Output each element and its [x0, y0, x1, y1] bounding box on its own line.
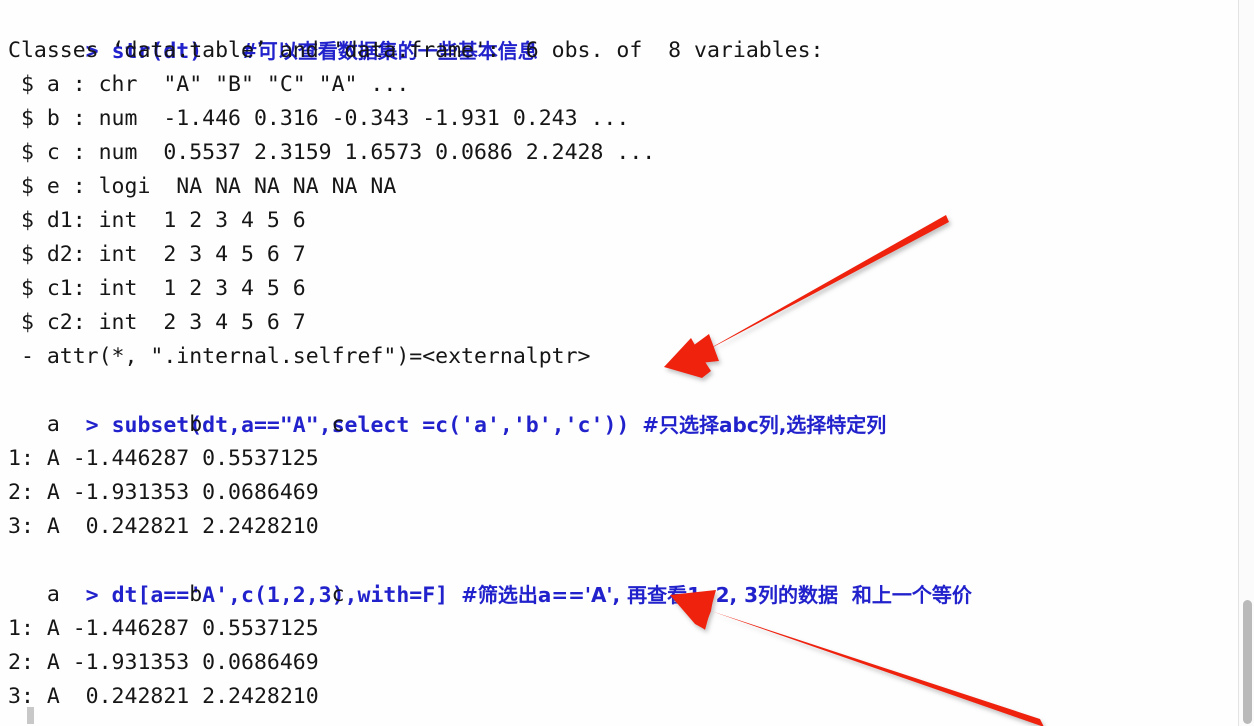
console-line-output: $ d2: int 2 3 4 5 6 7 — [8, 242, 306, 267]
console-command-comment: #只选择abc列,选择特定列 — [642, 413, 887, 437]
console-line-output: $ b : num -1.446 0.316 -0.343 -1.931 0.2… — [8, 106, 630, 131]
console-line-output: $ c1: int 1 2 3 4 5 6 — [8, 276, 306, 301]
console-line-command: > dt[a=='A',c(1,2,3),with=F] #筛选出a=='A',… — [0, 544, 1232, 608]
console-line-output: - attr(*, ".internal.selfref")=<external… — [8, 344, 591, 369]
console-line-output: $ d1: int 1 2 3 4 5 6 — [8, 208, 306, 233]
result-table-row: 1: A -1.446287 0.5537125 — [8, 446, 319, 471]
result-table-row: 3: A 0.242821 2.2428210 — [8, 684, 319, 709]
text-cursor — [27, 707, 34, 724]
console-window: > str(dt) #可以查看数据集的一些基本信息 Classes ‘data.… — [0, 0, 1254, 726]
console-line-output: $ e : logi NA NA NA NA NA NA — [8, 174, 397, 199]
result-table-row: 2: A -1.931353 0.0686469 — [8, 650, 319, 675]
console-line-output: $ a : chr "A" "B" "C" "A" ... — [8, 72, 410, 97]
console-line-output: $ c : num 0.5537 2.3159 1.6573 0.0686 2.… — [8, 140, 656, 165]
vertical-scrollbar-track[interactable] — [1238, 0, 1254, 726]
console-output-area[interactable]: > str(dt) #可以查看数据集的一些基本信息 Classes ‘data.… — [0, 0, 1232, 726]
console-spacer — [629, 413, 642, 438]
result-table-row: 1: A -1.446287 0.5537125 — [8, 616, 319, 641]
console-line-command: > str(dt) #可以查看数据集的一些基本信息 — [0, 0, 1232, 64]
console-line-output: Classes ‘data.table’ and 'data.frame': 6… — [8, 38, 824, 63]
console-line-output: $ c2: int 2 3 4 5 6 7 — [8, 310, 306, 335]
result-table-row: 3: A 0.242821 2.2428210 — [8, 514, 319, 539]
result-table-row: 2: A -1.931353 0.0686469 — [8, 480, 319, 505]
console-command-comment: #筛选出a=='A', 再查看1, 2, 3列的数据 和上一个等价 — [461, 583, 972, 607]
console-line-command: > subset(dt,a=="A",select =c('a','b','c'… — [0, 374, 1232, 438]
vertical-scrollbar-thumb[interactable] — [1243, 600, 1252, 724]
console-spacer — [448, 583, 461, 608]
